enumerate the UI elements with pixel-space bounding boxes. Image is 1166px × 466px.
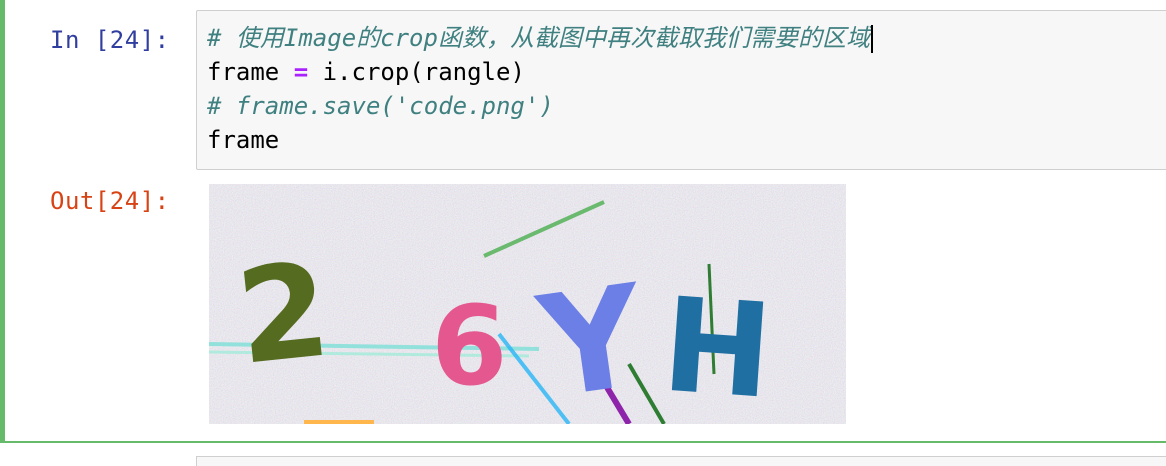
code-editor[interactable]: # 使用Image的crop函数，从截图中再次截取我们需要的区域 frame =… [196, 10, 1166, 170]
assign-operator: = [293, 58, 309, 86]
comment-text: # frame.save('code.png') [207, 92, 554, 120]
call-expression: i.crop(rangle) [322, 58, 525, 86]
next-cell-edge[interactable] [196, 456, 1166, 466]
variable-name: frame [207, 58, 280, 86]
cell-divider [0, 441, 1166, 443]
output-prompt: Out[24]: [50, 187, 170, 215]
code-line-1[interactable]: # 使用Image的crop函数，从截图中再次截取我们需要的区域 [207, 21, 873, 55]
input-prompt: In [24]: [50, 26, 170, 54]
captcha-char: 6 [431, 282, 508, 410]
text-cursor [870, 25, 873, 53]
noise-bar [304, 420, 374, 424]
variable-name: frame [207, 126, 280, 154]
captcha-char: H [658, 269, 777, 424]
captcha-char: 2 [230, 233, 336, 394]
code-line-3[interactable]: # frame.save('code.png') [207, 89, 554, 123]
code-line-2[interactable]: frame = i.crop(rangle) [207, 55, 525, 89]
code-line-4[interactable]: frame [207, 123, 279, 157]
captcha-image: 2 6 Y H [209, 184, 846, 424]
comment-text: # 使用Image的crop函数，从截图中再次截取我们需要的区域 [207, 24, 870, 52]
